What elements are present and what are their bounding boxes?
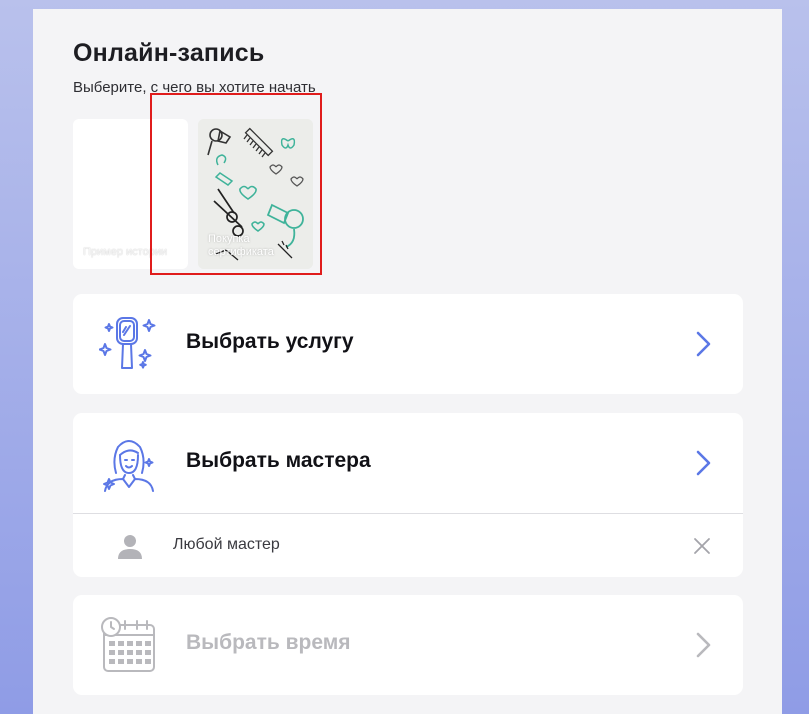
story-caption: Покупка сертификата [208,233,274,258]
select-time-row[interactable]: Выбрать время [73,595,743,695]
chevron-right-icon[interactable] [695,631,713,659]
story-certificate[interactable]: Покупка сертификата [198,119,313,269]
select-service-label: Выбрать услугу [186,330,354,353]
select-time-label: Выбрать время [186,631,351,654]
hand-mirror-icon [99,317,156,369]
stories-strip: Пример истории Покупка сертификата [73,119,393,269]
page-title: Онлайн-запись [73,39,265,67]
calendar-clock-icon [101,617,155,672]
page-subtitle: Выберите, с чего вы хотите начать [73,79,316,96]
chevron-right-icon[interactable] [695,330,713,358]
woman-master-icon [103,440,154,492]
person-icon [118,535,142,559]
selected-master-name: Любой мастер [173,536,280,553]
selected-master-row[interactable]: Любой мастер [73,514,743,577]
select-time-card[interactable]: Выбрать время [73,595,743,695]
select-master-label: Выбрать мастера [186,449,371,472]
select-master-row[interactable]: Выбрать мастера [73,413,743,513]
story-gift[interactable]: Пример истории [73,119,188,269]
select-service-card[interactable]: Выбрать услугу [73,294,743,394]
booking-panel: Онлайн-запись Выберите, с чего вы хотите… [33,9,782,714]
select-service-row[interactable]: Выбрать услугу [73,294,743,394]
close-icon[interactable] [693,537,711,555]
chevron-right-icon[interactable] [695,449,713,477]
select-master-card: Выбрать мастера Любой мастер [73,413,743,577]
story-caption: Пример истории [83,246,168,258]
